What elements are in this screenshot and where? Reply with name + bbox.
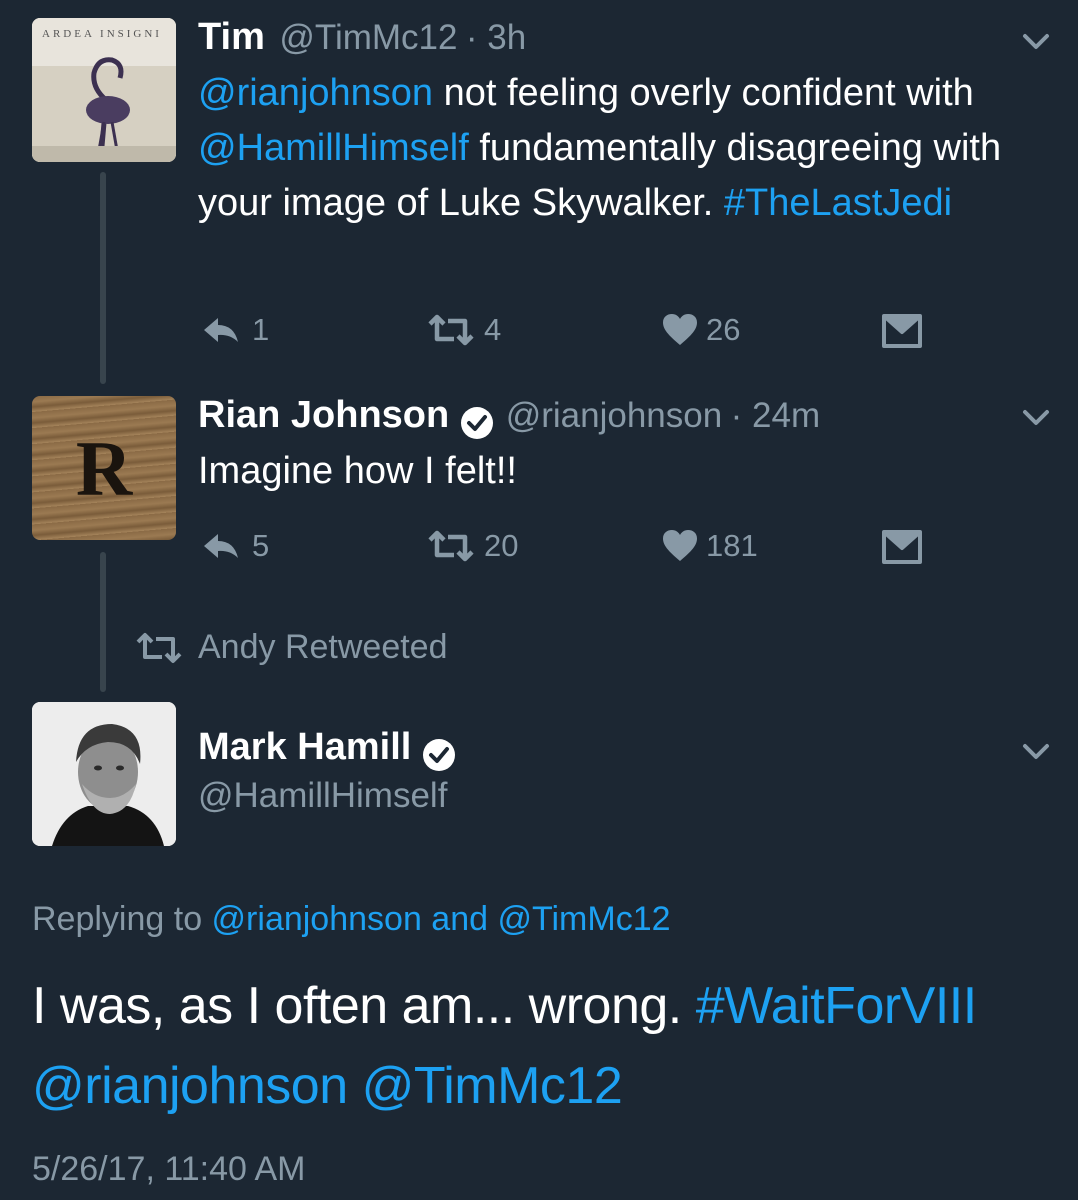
retweet-icon xyxy=(136,632,182,663)
retweet-count: 20 xyxy=(484,528,519,563)
mention-link[interactable]: @rianjohnson xyxy=(198,72,433,114)
direct-message-button[interactable] xyxy=(882,314,930,348)
hashtag-link[interactable]: #WaitForVIII xyxy=(696,977,978,1035)
reply-count: 5 xyxy=(252,528,270,563)
chevron-down-icon[interactable] xyxy=(1018,400,1054,436)
tweet-time[interactable]: · 3h xyxy=(466,18,526,57)
author-handle[interactable]: @rianjohnson xyxy=(506,396,723,435)
reply-icon xyxy=(204,534,238,558)
chevron-down-icon[interactable] xyxy=(1018,734,1054,770)
like-count: 26 xyxy=(706,312,741,347)
thread-line xyxy=(100,552,106,692)
mention-link[interactable]: @TimMc12 xyxy=(497,900,670,938)
hashtag-link[interactable]: #TheLastJedi xyxy=(724,182,952,224)
retweet-icon xyxy=(428,530,474,562)
verified-icon xyxy=(461,406,494,439)
retweet-count: 4 xyxy=(484,312,502,347)
replying-to: Replying to @rianjohnson and @TimMc12 xyxy=(32,900,671,939)
author-name[interactable]: Rian Johnson xyxy=(198,394,449,436)
tweet-timestamp[interactable]: 5/26/17, 11:40 AM xyxy=(32,1150,305,1189)
retweet-context[interactable]: Andy Retweeted xyxy=(134,628,448,667)
reply-button[interactable]: 1 xyxy=(200,312,269,348)
like-button[interactable]: 26 xyxy=(662,312,740,348)
replying-to-prefix: Replying to xyxy=(32,900,212,938)
like-count: 181 xyxy=(706,528,758,563)
mention-link[interactable]: @rianjohnson xyxy=(212,900,422,938)
portrait-avatar-image xyxy=(32,702,176,846)
author-name[interactable]: Mark Hamill xyxy=(198,726,411,768)
avatar-tim[interactable]: ARDEA INSIGNI xyxy=(32,18,176,162)
message-icon xyxy=(882,530,922,564)
heart-icon xyxy=(663,530,697,561)
tweet-header: Rian Johnson @rianjohnson · 24m xyxy=(198,394,820,441)
replying-to-and[interactable]: and xyxy=(422,900,498,938)
avatar-rian[interactable]: R xyxy=(32,396,176,540)
avatar-letter: R xyxy=(75,425,133,512)
tweet-text-segment: I was, as I often am... wrong. xyxy=(32,977,696,1035)
tweet-time[interactable]: · 24m xyxy=(731,396,820,435)
reply-count: 1 xyxy=(252,312,270,347)
reply-button[interactable]: 5 xyxy=(200,528,269,564)
chevron-down-icon[interactable] xyxy=(1018,24,1054,60)
message-icon xyxy=(882,314,922,348)
tweet-text: I was, as I often am... wrong. #WaitForV… xyxy=(32,966,1052,1126)
mention-link[interactable]: @TimMc12 xyxy=(362,1057,623,1115)
tweet-header: Tim @TimMc12 · 3h xyxy=(198,16,526,59)
retweeted-by-label: Andy Retweeted xyxy=(198,628,448,666)
thread-line xyxy=(100,172,106,384)
tweet-header: Mark Hamill xyxy=(198,726,457,773)
tweet-text-segment: not feeling overly confident with xyxy=(433,72,974,114)
tweet-text: Imagine how I felt!! xyxy=(198,450,517,492)
retweet-button[interactable]: 20 xyxy=(426,528,518,564)
avatar-mark-hamill[interactable] xyxy=(32,702,176,846)
verified-icon xyxy=(423,738,456,771)
mention-link[interactable]: @rianjohnson xyxy=(32,1057,348,1115)
retweet-icon xyxy=(428,314,474,346)
like-button[interactable]: 181 xyxy=(662,528,758,564)
heart-icon xyxy=(663,314,697,345)
mention-link[interactable]: @HamillHimself xyxy=(198,127,469,169)
reply-icon xyxy=(204,318,238,342)
author-name[interactable]: Tim xyxy=(198,16,265,58)
author-handle[interactable]: @HamillHimself xyxy=(198,776,447,816)
avatar-label: ARDEA INSIGNI xyxy=(42,28,162,40)
direct-message-button[interactable] xyxy=(882,530,930,564)
retweet-button[interactable]: 4 xyxy=(426,312,501,348)
author-handle[interactable]: @TimMc12 xyxy=(279,18,457,57)
tweet-text: @rianjohnson not feeling overly confiden… xyxy=(198,66,1038,231)
